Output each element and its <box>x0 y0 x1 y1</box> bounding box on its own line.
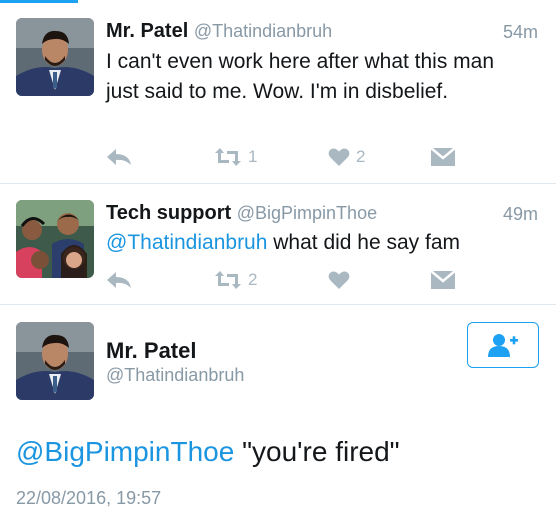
tweet-actions: 1 2 <box>106 145 546 169</box>
retweet-icon <box>215 271 241 289</box>
reply-arrow-icon <box>107 149 131 165</box>
avatar[interactable] <box>16 18 94 96</box>
retweet-button[interactable]: 2 <box>214 268 257 292</box>
avatar[interactable] <box>16 322 94 400</box>
add-user-icon <box>488 334 518 357</box>
tweet-text: @Thatindianbruh what did he say fam <box>106 228 526 258</box>
direct-message-button[interactable] <box>431 268 455 292</box>
retweet-count: 2 <box>248 270 258 289</box>
username[interactable]: @Thatindianbruh <box>194 21 332 41</box>
tweet-actions: 2 <box>106 268 546 292</box>
follow-button[interactable] <box>467 322 539 368</box>
tweet-date: 22/08/2016, 19:57 <box>16 488 162 508</box>
heart-icon <box>328 271 350 289</box>
display-name[interactable]: Mr. Patel <box>106 20 188 42</box>
heart-icon <box>328 148 350 166</box>
retweet-button[interactable]: 1 <box>214 145 257 169</box>
tweet-text-body: "you're fired" <box>234 436 400 467</box>
display-name[interactable]: Tech support <box>106 202 231 224</box>
mention-link[interactable]: @Thatindianbruh <box>106 231 267 254</box>
divider <box>0 304 556 305</box>
divider <box>0 183 556 184</box>
tweet-text-body: what did he say fam <box>267 231 461 254</box>
reply-button[interactable] <box>106 145 132 169</box>
like-button[interactable] <box>328 268 350 292</box>
username[interactable]: @BigPimpinThoe <box>237 203 377 223</box>
mention-link[interactable]: @BigPimpinThoe <box>16 436 234 467</box>
timestamp[interactable]: 54m <box>503 22 538 43</box>
tweet-text: @BigPimpinThoe "you're fired" <box>16 436 400 468</box>
envelope-icon <box>431 148 455 166</box>
reply-arrow-icon <box>107 272 131 288</box>
tab-indicator <box>0 0 78 3</box>
envelope-icon <box>431 271 455 289</box>
retweet-count: 1 <box>248 147 258 166</box>
direct-message-button[interactable] <box>431 145 455 169</box>
username[interactable]: @Thatindianbruh <box>106 365 244 386</box>
timestamp[interactable]: 49m <box>503 204 538 225</box>
tweet-header: Tech support @BigPimpinThoe <box>106 202 377 225</box>
display-name[interactable]: Mr. Patel <box>106 338 196 364</box>
tweet-header: Mr. Patel @Thatindianbruh <box>106 20 332 43</box>
like-button[interactable]: 2 <box>328 145 365 169</box>
tweet-text: I can't even work here after what this m… <box>106 50 495 103</box>
avatar[interactable] <box>16 200 94 278</box>
retweet-icon <box>215 148 241 166</box>
like-count: 2 <box>356 147 366 166</box>
reply-button[interactable] <box>106 268 132 292</box>
